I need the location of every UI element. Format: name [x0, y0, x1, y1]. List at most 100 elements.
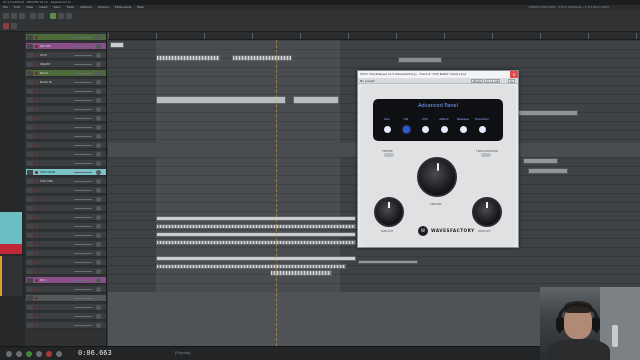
menu-item-track[interactable]: Track	[66, 5, 74, 9]
pan-knob[interactable]	[96, 179, 101, 184]
record-arm-icon[interactable]	[35, 45, 38, 48]
track-number[interactable]	[27, 62, 33, 67]
high-cut-knob[interactable]	[472, 197, 502, 227]
record-arm-icon[interactable]	[35, 306, 38, 309]
panel-param-toggle[interactable]	[422, 126, 429, 133]
track-number[interactable]	[27, 89, 33, 94]
play-icon[interactable]	[26, 351, 32, 357]
media-item[interactable]	[523, 158, 558, 164]
track-number[interactable]	[27, 161, 33, 166]
track-name[interactable]	[40, 116, 70, 121]
redo-icon[interactable]	[38, 13, 44, 19]
volume-fader[interactable]	[74, 136, 92, 137]
pan-knob[interactable]	[96, 260, 101, 265]
record-arm-icon[interactable]	[35, 270, 38, 273]
track-name[interactable]: KICK	[40, 53, 70, 58]
track-header[interactable]	[26, 232, 106, 239]
record-arm-icon[interactable]	[35, 90, 38, 93]
trackspeaker-toggle[interactable]	[481, 153, 491, 157]
pan-knob[interactable]	[96, 170, 101, 175]
track-number[interactable]	[27, 197, 33, 202]
record-arm-icon[interactable]	[35, 63, 38, 66]
track-header[interactable]	[26, 205, 106, 212]
track-header[interactable]	[26, 187, 106, 194]
record-arm-icon[interactable]	[35, 297, 38, 300]
track-number[interactable]	[27, 305, 33, 310]
track-name[interactable]	[40, 89, 70, 94]
track-name[interactable]	[40, 305, 70, 310]
track-header[interactable]: VOX DBL	[26, 178, 106, 185]
track-header[interactable]	[26, 34, 106, 41]
pause-icon[interactable]	[36, 351, 42, 357]
record-arm-icon[interactable]	[35, 126, 38, 129]
track-name[interactable]	[40, 269, 70, 274]
track-name[interactable]	[40, 233, 70, 238]
track-name[interactable]	[40, 125, 70, 130]
track-number[interactable]	[27, 242, 33, 247]
menu-item-edit[interactable]: Edit	[14, 5, 20, 9]
record-arm-icon[interactable]	[35, 54, 38, 57]
record-icon[interactable]	[46, 351, 52, 357]
track-name[interactable]	[40, 314, 70, 319]
track-name[interactable]	[40, 188, 70, 193]
track-header[interactable]	[26, 160, 106, 167]
record-arm-icon[interactable]	[35, 216, 38, 219]
track-header[interactable]	[26, 133, 106, 140]
volume-fader[interactable]	[74, 325, 92, 326]
track-header[interactable]	[26, 322, 106, 329]
pan-knob[interactable]	[96, 224, 101, 229]
volume-fader[interactable]	[74, 127, 92, 128]
volume-fader[interactable]	[74, 244, 92, 245]
pan-knob[interactable]	[96, 188, 101, 193]
volume-fader[interactable]	[74, 145, 92, 146]
record-arm-icon[interactable]	[35, 198, 38, 201]
pan-knob[interactable]	[96, 53, 101, 58]
freeze-toggle[interactable]	[384, 153, 394, 157]
track-header[interactable]	[26, 241, 106, 248]
media-item[interactable]	[156, 232, 356, 237]
track-header[interactable]	[26, 286, 106, 293]
track-number[interactable]	[27, 170, 33, 175]
panel-param-toggle[interactable]	[403, 126, 410, 133]
menu-item-actions[interactable]: Actions	[98, 5, 109, 9]
timeline-ruler[interactable]	[108, 32, 640, 40]
param-button[interactable]: Param	[471, 79, 484, 83]
track-header[interactable]: BASS	[26, 70, 106, 77]
volume-fader[interactable]	[74, 172, 92, 173]
pan-knob[interactable]	[96, 296, 101, 301]
volume-fader[interactable]	[74, 298, 92, 299]
panel-param-toggle[interactable]	[460, 126, 467, 133]
volume-fader[interactable]	[74, 280, 92, 281]
record-arm-icon[interactable]	[35, 207, 38, 210]
track-name[interactable]	[40, 287, 70, 292]
pan-knob[interactable]	[96, 161, 101, 166]
menu-item-insert[interactable]: Insert	[39, 5, 48, 9]
track-number[interactable]	[27, 278, 33, 283]
record-arm-icon[interactable]	[35, 108, 38, 111]
ui-button[interactable]: UI	[508, 79, 515, 83]
record-arm-icon[interactable]	[35, 135, 38, 138]
volume-fader[interactable]	[74, 289, 92, 290]
record-arm-icon[interactable]	[35, 72, 38, 75]
track-number[interactable]	[27, 287, 33, 292]
volume-fader[interactable]	[74, 271, 92, 272]
volume-fader[interactable]	[74, 73, 92, 74]
track-number[interactable]	[27, 44, 33, 49]
media-item[interactable]	[156, 224, 356, 229]
media-item[interactable]	[270, 270, 332, 276]
record-arm-icon[interactable]	[35, 234, 38, 237]
media-item[interactable]	[156, 264, 346, 269]
amount-knob[interactable]	[417, 157, 457, 197]
record-arm-icon[interactable]	[35, 117, 38, 120]
track-number[interactable]	[27, 233, 33, 238]
pan-knob[interactable]	[96, 215, 101, 220]
pan-knob[interactable]	[96, 98, 101, 103]
track-number[interactable]	[27, 35, 33, 40]
volume-fader[interactable]	[74, 316, 92, 317]
track-name[interactable]: DRUMS	[40, 44, 70, 49]
pan-knob[interactable]	[96, 107, 101, 112]
track-number[interactable]	[27, 260, 33, 265]
track-name[interactable]: VOX MAIN	[40, 170, 70, 175]
track-header[interactable]	[26, 115, 106, 122]
track-number[interactable]	[27, 80, 33, 85]
